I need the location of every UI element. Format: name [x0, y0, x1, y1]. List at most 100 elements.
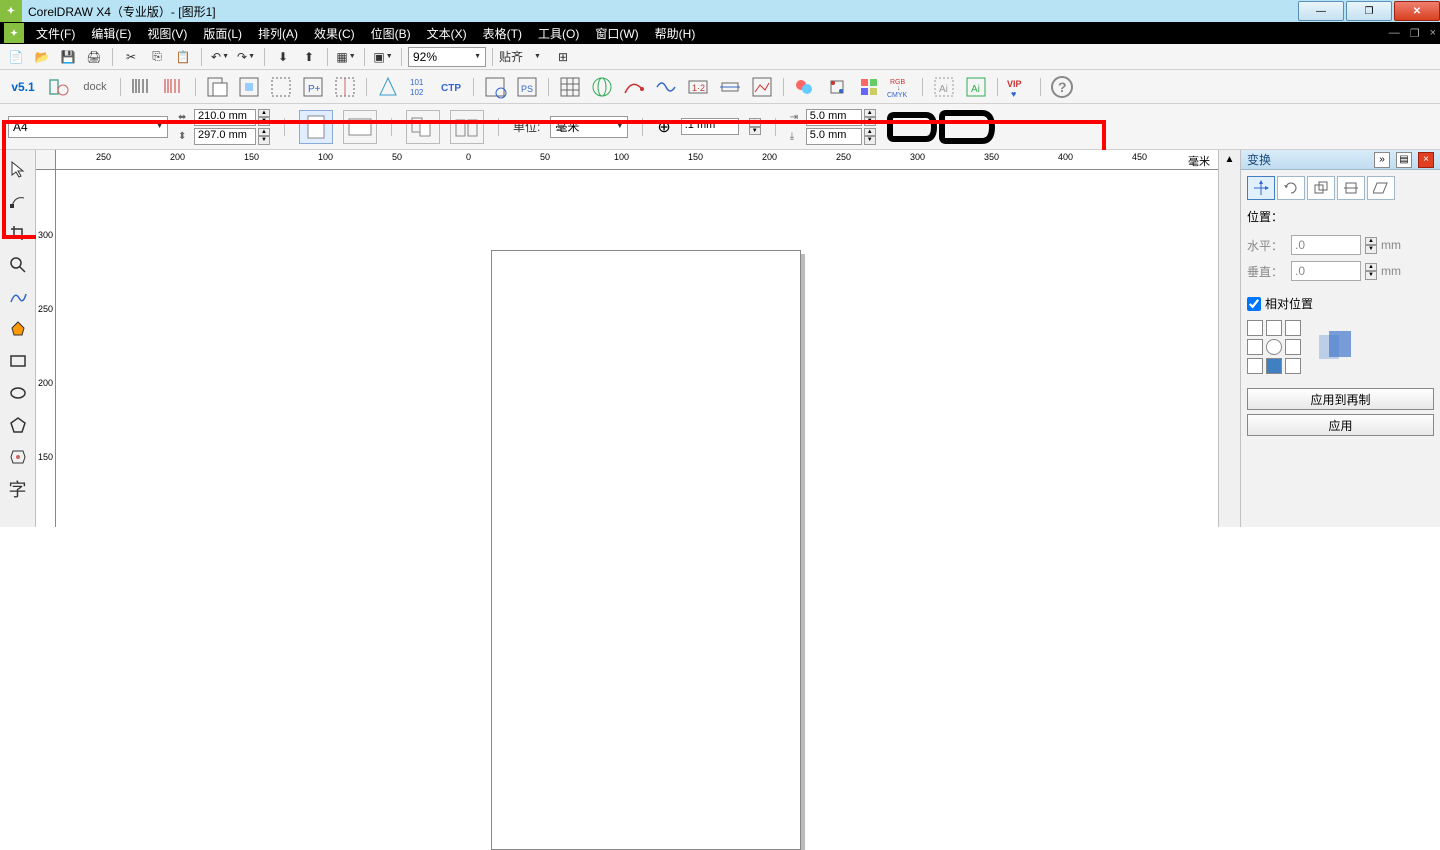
doc-minimize-button[interactable]: — [1389, 27, 1400, 40]
scroll-up[interactable]: ▲ [1225, 154, 1235, 165]
menu-table[interactable]: 表格(T) [475, 25, 530, 42]
nudge-spinner[interactable]: ▲▼ [749, 118, 761, 135]
plugin-btn-1[interactable] [44, 72, 74, 102]
save-button[interactable]: 💾 [56, 46, 80, 68]
plugin-page-1[interactable] [202, 72, 232, 102]
redo-button[interactable]: ↷▼ [234, 46, 258, 68]
minimize-button[interactable]: — [1298, 1, 1344, 21]
plugin-color-2[interactable] [822, 72, 852, 102]
nudge-input[interactable]: .1 mm [681, 118, 739, 135]
undo-button[interactable]: ↶▼ [208, 46, 232, 68]
dup-x-input[interactable]: 5.0 mm [806, 109, 862, 126]
freehand-tool[interactable] [3, 282, 33, 312]
welcome-button[interactable]: ▣▼ [371, 46, 395, 68]
maximize-button[interactable]: ❐ [1346, 1, 1392, 21]
menu-view[interactable]: 视图(V) [139, 25, 195, 42]
basic-shapes-tool[interactable] [3, 442, 33, 472]
plugin-12[interactable]: 1·2 [683, 72, 713, 102]
export-button[interactable]: ⬆ [297, 46, 321, 68]
menu-window[interactable]: 窗口(W) [587, 25, 646, 42]
cut-button[interactable]: ✂ [119, 46, 143, 68]
plugin-num-1[interactable]: 101102 [405, 72, 435, 102]
dup-x-spinner[interactable]: ▲▼ [864, 109, 876, 126]
paste-button[interactable]: 📋 [171, 46, 195, 68]
h-spinner[interactable]: ▲▼ [1365, 237, 1377, 254]
zoom-combo[interactable]: 92% ▼ [408, 47, 486, 67]
plugin-globe[interactable] [587, 72, 617, 102]
zoom-tool[interactable] [3, 250, 33, 280]
menu-effects[interactable]: 效果(C) [306, 25, 363, 42]
doc-restore-button[interactable]: ❐ [1410, 27, 1420, 40]
height-spinner[interactable]: ▲▼ [258, 128, 270, 145]
menu-layout[interactable]: 版面(L) [195, 25, 250, 42]
copy-button[interactable]: ⎘ [145, 46, 169, 68]
crop-tool[interactable] [3, 218, 33, 248]
plugin-dim[interactable] [715, 72, 745, 102]
canvas[interactable] [56, 170, 1218, 527]
plugin-bmp[interactable] [747, 72, 777, 102]
vertical-ruler[interactable]: 300250200150 [36, 170, 56, 527]
open-button[interactable]: 📂 [30, 46, 54, 68]
docker-collapse[interactable]: » [1374, 152, 1390, 168]
plugin-ai-1[interactable]: Ai [929, 72, 959, 102]
plugin-curve-1[interactable] [619, 72, 649, 102]
facing-pages-2[interactable] [450, 110, 484, 144]
plugin-page-3[interactable] [266, 72, 296, 102]
menu-help[interactable]: 帮助(H) [647, 25, 704, 42]
apply-button[interactable]: 应用 [1247, 414, 1434, 436]
plugin-help[interactable]: ? [1047, 72, 1077, 102]
plugin-curve-2[interactable] [651, 72, 681, 102]
plugin-color-3[interactable] [854, 72, 884, 102]
menu-arrange[interactable]: 排列(A) [250, 25, 306, 42]
ruler-corner[interactable] [36, 150, 56, 170]
plugin-ps[interactable]: PS [512, 72, 542, 102]
dup-y-input[interactable]: 5.0 mm [806, 128, 862, 145]
portrait-button[interactable] [299, 110, 333, 144]
unit-combo[interactable]: 毫米 ▼ [550, 116, 628, 138]
plugin-ctp[interactable]: CTP [437, 72, 467, 102]
plugin-page-4[interactable]: P+ [298, 72, 328, 102]
plugin-ai-2[interactable]: Ai [961, 72, 991, 102]
docker-close[interactable]: × [1418, 152, 1434, 168]
anchor-grid[interactable] [1247, 320, 1301, 374]
plugin-cal[interactable] [555, 72, 585, 102]
plugin-version[interactable]: v5.1 [4, 72, 42, 102]
v-input[interactable] [1291, 261, 1361, 281]
rectangle-tool[interactable] [3, 346, 33, 376]
new-button[interactable]: 📄 [4, 46, 28, 68]
page-width-input[interactable]: 210.0 mm [194, 109, 256, 126]
plugin-shape-1[interactable] [373, 72, 403, 102]
horizontal-ruler[interactable]: 毫米 2502001501005005010015020025030035040… [56, 150, 1218, 170]
tab-rotate[interactable] [1277, 176, 1305, 200]
menu-tools[interactable]: 工具(O) [530, 25, 587, 42]
plugin-vip[interactable]: VIP♥ [1004, 72, 1034, 102]
plugin-page-2[interactable] [234, 72, 264, 102]
plugin-page-5[interactable] [330, 72, 360, 102]
plugin-color-1[interactable] [790, 72, 820, 102]
doc-close-button[interactable]: × [1430, 27, 1436, 40]
paper-size-combo[interactable]: A4 ▼ [8, 116, 168, 138]
width-spinner[interactable]: ▲▼ [258, 109, 270, 126]
menu-file[interactable]: 文件(F) [28, 25, 83, 42]
plugin-doc-1[interactable] [480, 72, 510, 102]
close-button[interactable]: ✕ [1394, 1, 1440, 21]
facing-pages-1[interactable] [406, 110, 440, 144]
plugin-rgb-cmyk[interactable]: RGB↓CMYK [886, 72, 916, 102]
tab-scale[interactable] [1307, 176, 1335, 200]
pick-tool[interactable] [3, 154, 33, 184]
plugin-barcode-2[interactable] [159, 72, 189, 102]
menu-text[interactable]: 文本(X) [419, 25, 475, 42]
polygon-tool[interactable] [3, 410, 33, 440]
options-button[interactable]: ⊞ [551, 46, 575, 68]
h-input[interactable] [1291, 235, 1361, 255]
plugin-dock[interactable]: dock [76, 72, 114, 102]
v-spinner[interactable]: ▲▼ [1365, 263, 1377, 280]
menu-edit[interactable]: 编辑(E) [83, 25, 139, 42]
import-button[interactable]: ⬇ [271, 46, 295, 68]
appstart-button[interactable]: ▦▼ [334, 46, 358, 68]
ellipse-tool[interactable] [3, 378, 33, 408]
docker-menu[interactable]: ▤ [1396, 152, 1412, 168]
relative-checkbox[interactable] [1247, 297, 1261, 311]
text-tool[interactable]: 字 [3, 474, 33, 504]
menu-bitmap[interactable]: 位图(B) [363, 25, 419, 42]
